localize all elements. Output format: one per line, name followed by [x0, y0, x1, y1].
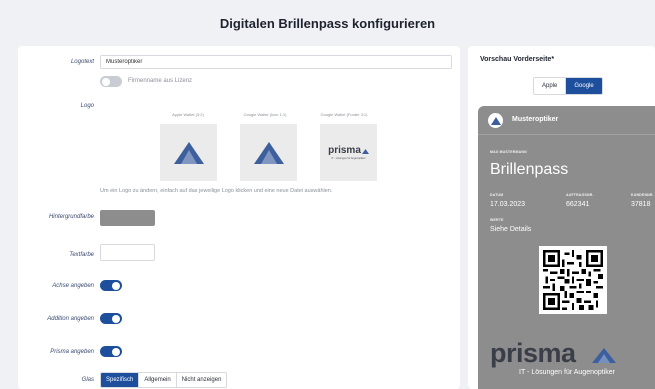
- logo-google-wallet-icon[interactable]: [240, 124, 297, 181]
- platform-option-apple[interactable]: Apple: [534, 78, 567, 94]
- logo-google-wallet-footer[interactable]: prisma IT - Lösungen für Augenoptiker: [320, 124, 377, 181]
- glass-segmented-control: Spezifisch Allgemein Nicht anzeigen: [100, 372, 228, 388]
- pass-brand-subtext: IT - Lösungen für Augenoptiker: [519, 369, 615, 376]
- axis-toggle[interactable]: [100, 280, 122, 291]
- addition-label: Addition angeben: [47, 316, 94, 322]
- firmname-toggle[interactable]: [100, 76, 122, 87]
- logo-hint: Um ein Logo zu ändern, einfach auf das j…: [100, 188, 333, 194]
- toggle-knob: [102, 77, 110, 86]
- pass-values-value: Siehe Details: [490, 226, 532, 233]
- pass-order-value: 662341: [566, 201, 590, 208]
- pass-name: Brillenpass: [490, 161, 569, 178]
- qr-code-icon: [543, 250, 603, 310]
- glass-option-general[interactable]: Allgemein: [139, 373, 177, 387]
- toggle-knob: [112, 281, 120, 290]
- pass-brand-logo: prisma: [490, 338, 576, 368]
- text-color-swatch[interactable]: [100, 244, 155, 261]
- pass-org-name: Musteroptiker: [512, 116, 559, 123]
- triangle-logo-icon: [173, 141, 204, 164]
- logo-caption-apple: Apple Wallet (3:2): [172, 112, 204, 117]
- pass-logo-circle: [488, 113, 503, 128]
- logo-label: Logo: [80, 103, 94, 109]
- prisma-label: Prisma angeben: [50, 349, 94, 355]
- text-color-label: Textfarbe: [69, 252, 94, 258]
- background-color-swatch[interactable]: [100, 210, 155, 226]
- pass-divider: [478, 134, 655, 135]
- pass-preview-card: Musteroptiker MAX MUSTERMANN Brillenpass…: [478, 106, 655, 389]
- logo-caption-google-icon: Google Wallet (Icon 1:1): [243, 112, 287, 117]
- pass-customer-value: 37818: [631, 201, 651, 208]
- platform-segmented-control: Apple Google: [533, 77, 603, 95]
- triangle-logo-icon: [592, 348, 616, 363]
- pass-date-value: 17.03.2023: [490, 201, 526, 208]
- firmname-toggle-label: Firmenname aus Lizenz: [128, 78, 193, 84]
- prisma-logo: prisma: [328, 145, 369, 156]
- triangle-logo-icon: [490, 116, 501, 125]
- platform-option-google[interactable]: Google: [566, 78, 602, 94]
- prisma-toggle[interactable]: [100, 346, 122, 357]
- addition-toggle[interactable]: [100, 313, 122, 324]
- glass-option-specific[interactable]: Spezifisch: [101, 373, 140, 387]
- pass-holder-caption: MAX MUSTERMANN: [490, 150, 527, 154]
- toggle-knob: [112, 347, 120, 356]
- pass-values-caption: WERTE: [490, 218, 504, 222]
- axis-label: Achse angeben: [52, 283, 94, 289]
- logotext-input[interactable]: [100, 55, 452, 69]
- qr-code: [539, 246, 607, 314]
- logotext-label: Logotext: [70, 59, 94, 65]
- logo-apple-wallet[interactable]: [160, 124, 217, 181]
- pass-order-caption: AUFTRAGSNR.: [566, 193, 594, 197]
- pass-customer-caption: KUNDENNR.: [631, 193, 654, 197]
- background-color-label: Hintergrundfarbe: [48, 214, 94, 220]
- config-panel: Logotext Firmenname aus Lizenz Logo Appl…: [18, 46, 460, 389]
- page-title: Digitalen Brillenpass konfigurieren: [219, 16, 436, 31]
- pass-date-caption: DATUM: [490, 193, 504, 197]
- prisma-logo-text: prisma: [328, 145, 361, 156]
- logo-caption-google-footer: Google Wallet (Footer 3:1): [320, 112, 368, 117]
- glass-label: Glas: [81, 377, 94, 383]
- toggle-knob: [112, 314, 120, 323]
- preview-title: Vorschau Vorderseite*: [480, 56, 555, 63]
- glass-option-hide[interactable]: Nicht anzeigen: [176, 373, 227, 387]
- prisma-logo-subtext: IT - Lösungen für Augenoptiker: [331, 157, 366, 160]
- triangle-logo-icon: [253, 141, 284, 164]
- triangle-logo-icon: [361, 149, 369, 154]
